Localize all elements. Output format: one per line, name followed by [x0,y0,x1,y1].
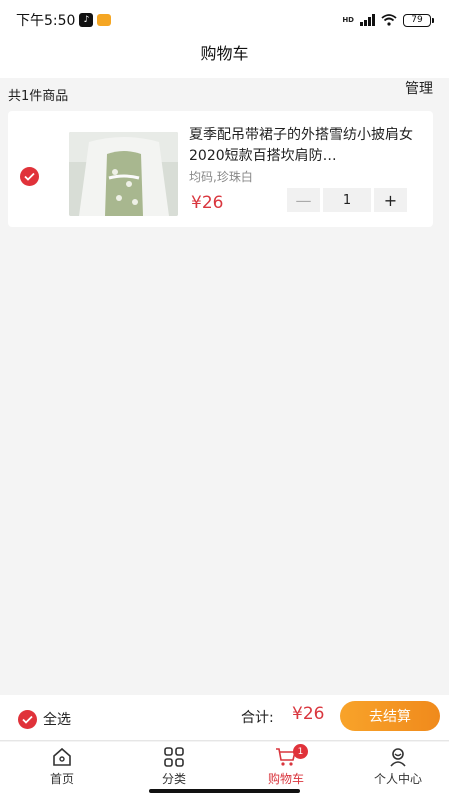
product-price: ¥26 [191,193,224,213]
tab-home-label: 首页 [49,772,74,786]
checkout-bar: 全选 合计: ¥26 去结算 [0,695,449,741]
item-checkbox[interactable] [20,167,39,186]
tab-cart[interactable]: 1 购物车 [241,744,331,787]
status-right: HD 79 [342,13,434,27]
item-count-text: 共1件商品 [8,88,69,104]
total-label: 合计: [241,710,274,726]
home-indicator[interactable] [149,789,300,793]
tab-category-label: 分类 [161,772,186,786]
checkout-button[interactable]: 去结算 [340,701,440,731]
quantity-value[interactable]: 1 [323,188,371,212]
cart-item: 夏季配吊带裙子的外搭雪纺小披肩女2020短款百搭坎肩防… 均码,珍珠白 ¥26 … [8,111,433,227]
status-time: 下午5:50 [16,13,76,29]
app-notification-icon [97,14,112,26]
wifi-icon [381,14,397,26]
product-image[interactable] [69,132,178,216]
page-title-bar: 购物车 [0,40,449,78]
home-icon [53,747,71,766]
quantity-stepper: — 1 + [287,188,407,212]
tiktok-notification-icon: ♪ [79,13,94,27]
tab-home[interactable]: 首页 [17,746,107,787]
signal-icon [360,14,375,26]
product-title[interactable]: 夏季配吊带裙子的外搭雪纺小披肩女2020短款百搭坎肩防… [189,125,417,167]
total-value: ¥26 [292,704,325,724]
manage-button[interactable]: 管理 [405,78,433,98]
tab-profile[interactable]: 个人中心 [353,746,443,787]
status-left: 下午5:50 ♪ [16,10,112,30]
select-all-toggle[interactable]: 全选 [18,709,71,729]
select-all-label: 全选 [43,712,71,728]
status-bar: 下午5:50 ♪ HD 79 [0,0,449,40]
checkmark-icon [24,172,35,181]
select-all-checkbox[interactable] [18,709,37,729]
product-photo [69,132,178,216]
grid-icon [164,747,184,767]
product-spec: 均码,珍珠白 [189,170,253,184]
battery-icon: 79 [403,13,434,27]
decrease-quantity-button[interactable]: — [287,188,320,212]
tab-cart-label: 购物车 [267,772,304,786]
page-title: 购物车 [200,44,249,63]
cart-summary-bar: 共1件商品 管理 [0,78,449,110]
checkmark-icon [22,715,33,724]
cart-badge: 1 [293,744,308,759]
increase-quantity-button[interactable]: + [374,188,407,212]
tab-profile-label: 个人中心 [373,772,422,786]
tab-category[interactable]: 分类 [129,746,219,787]
network-type-label: HD [342,16,354,24]
user-icon [390,748,406,767]
